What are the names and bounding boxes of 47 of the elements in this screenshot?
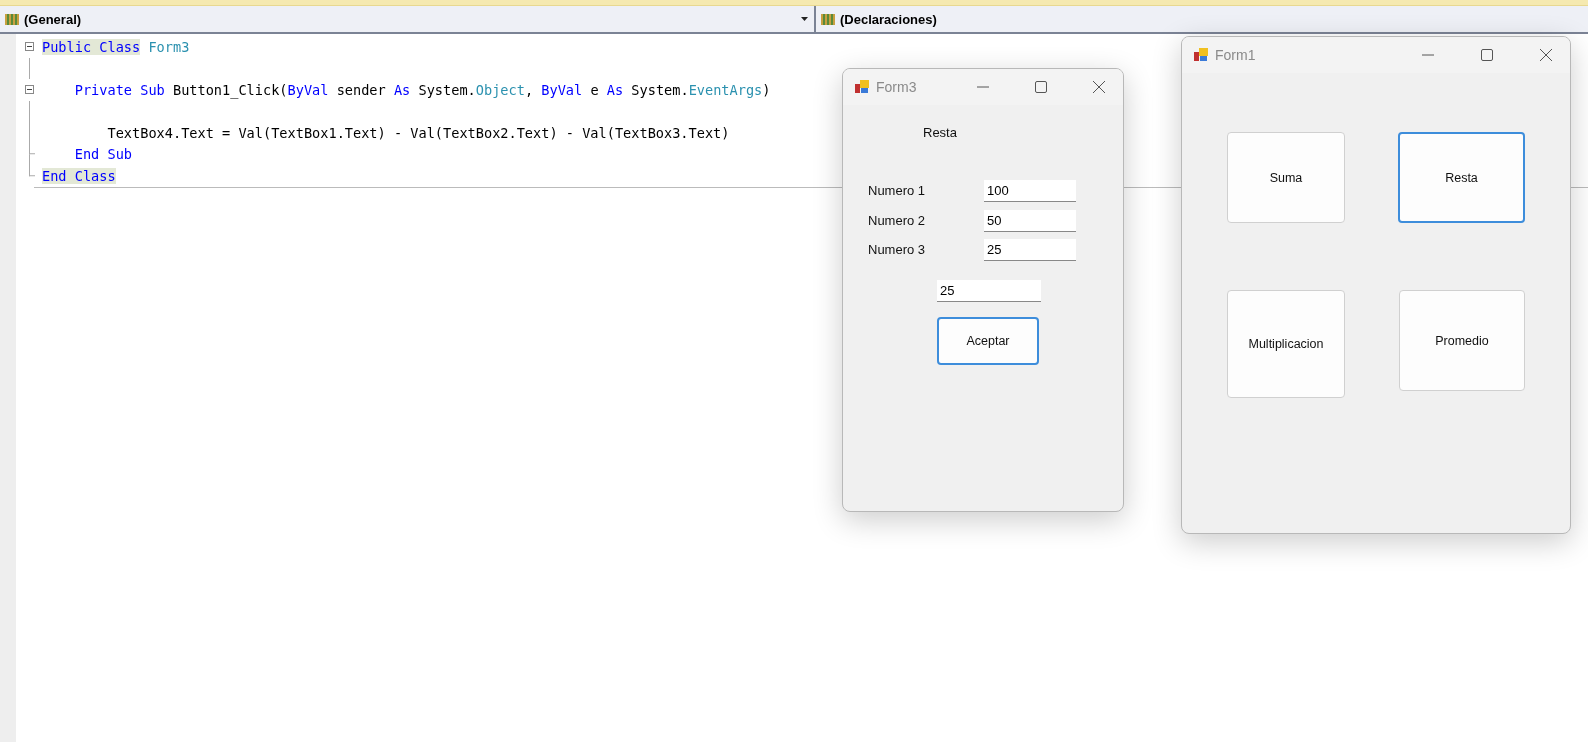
- code-token: Public Class: [42, 38, 141, 55]
- code-token: Form3: [147, 38, 190, 55]
- window-title: Form1: [1215, 47, 1257, 63]
- number-field[interactable]: 100: [984, 180, 1076, 202]
- code-token: EventArgs: [688, 81, 763, 98]
- code-token: As: [606, 81, 624, 98]
- form-icon: [854, 79, 870, 95]
- operation-button[interactable]: Promedio: [1399, 290, 1525, 391]
- code-token: System.: [630, 81, 689, 98]
- number-field[interactable]: 50: [984, 210, 1076, 232]
- code-token: TextBox4.Text = Val(TextBox1.Text) - Val(TextBox2.Text) - Val(TextBox3.Text): [106, 124, 730, 141]
- code-token: ): [762, 81, 771, 98]
- code-token: Object: [475, 81, 525, 98]
- maximize-icon[interactable]: [1481, 49, 1493, 61]
- code-token: End Class: [42, 167, 116, 184]
- collapse-icon[interactable]: [24, 85, 34, 95]
- code-token: Private Sub: [73, 81, 165, 98]
- operation-button[interactable]: Suma: [1227, 132, 1345, 223]
- result-field[interactable]: 25: [937, 280, 1041, 302]
- code-token: ByVal: [287, 81, 329, 98]
- operation-button[interactable]: Resta: [1398, 132, 1525, 223]
- object-dropdown[interactable]: (General): [0, 6, 816, 32]
- code-token: e: [589, 81, 600, 98]
- code-token: End Sub: [73, 146, 133, 163]
- code-token: sender: [335, 81, 387, 98]
- operation-button[interactable]: Multiplicacion: [1227, 290, 1345, 398]
- code-token: As: [393, 81, 411, 98]
- accept-button[interactable]: Aceptar: [937, 317, 1039, 365]
- maximize-icon[interactable]: [1035, 81, 1047, 93]
- caret-icon: [801, 17, 808, 21]
- collapse-icon[interactable]: [24, 42, 34, 52]
- class-icon: [820, 11, 836, 27]
- code-token: Button1_Click(: [171, 81, 288, 98]
- number-field[interactable]: 25: [984, 239, 1076, 261]
- member-dropdown[interactable]: (Declaraciones): [816, 6, 1588, 32]
- window-title: Form3: [876, 79, 918, 95]
- field-label: Numero 1: [868, 183, 926, 198]
- heading-label: Resta: [923, 125, 957, 140]
- close-icon[interactable]: [1540, 49, 1552, 61]
- field-label: Numero 2: [868, 213, 926, 228]
- close-icon[interactable]: [1093, 81, 1105, 93]
- code-token: ,: [524, 81, 535, 98]
- code-token: ByVal: [541, 81, 583, 98]
- form-icon: [1193, 47, 1209, 63]
- field-label: Numero 3: [868, 242, 926, 257]
- code-token: System.: [417, 81, 476, 98]
- class-icon: [4, 11, 20, 27]
